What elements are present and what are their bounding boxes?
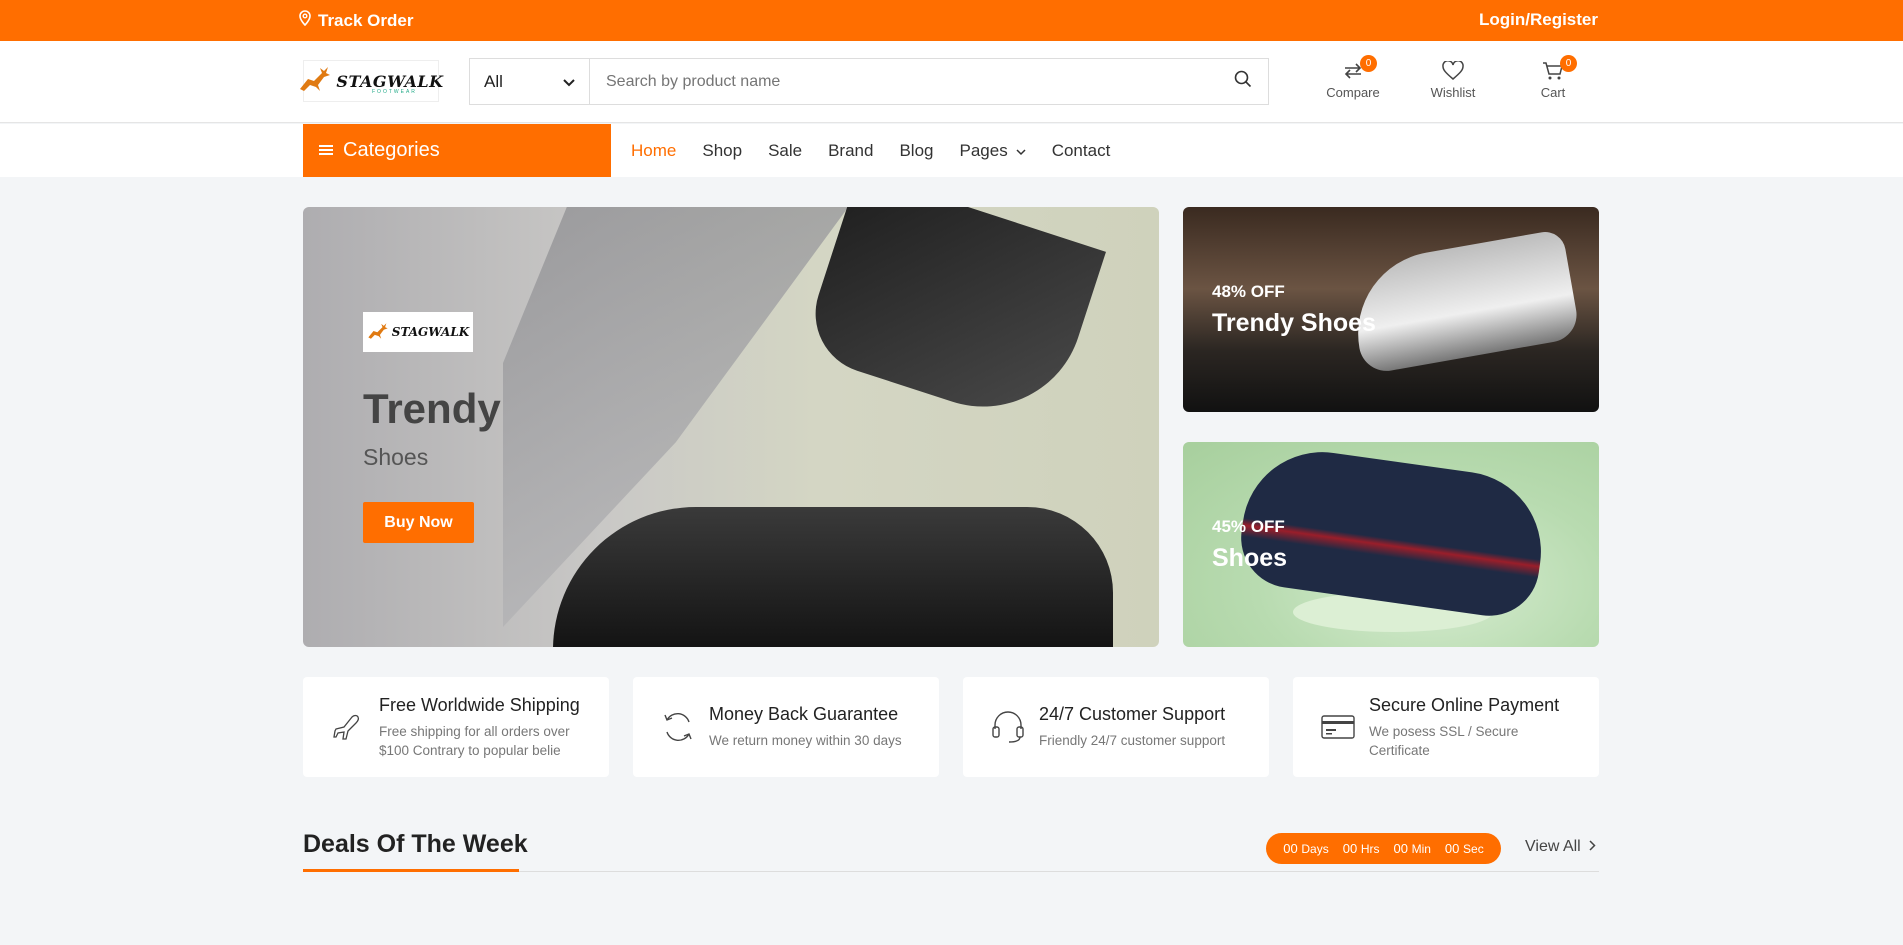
feature-title: Free Worldwide Shipping xyxy=(379,694,580,715)
timer-minutes: 00 Min xyxy=(1393,841,1431,856)
feature-support: 24/7 Customer Support Friendly 24/7 cust… xyxy=(963,677,1269,777)
track-order-link[interactable]: Track Order xyxy=(298,10,413,31)
nav-blog[interactable]: Blog xyxy=(899,141,933,161)
feature-shipping: Free Worldwide Shipping Free shipping fo… xyxy=(303,677,609,777)
hero-subtitle: Shoes xyxy=(363,444,429,470)
nav-brand[interactable]: Brand xyxy=(828,141,873,161)
view-all-label: View All xyxy=(1525,838,1581,855)
timer-seconds: 00 Sec xyxy=(1444,841,1484,856)
menu-icon xyxy=(319,139,333,162)
feature-desc: Friendly 24/7 customer support xyxy=(1039,733,1226,748)
hero-shoe-image-top xyxy=(800,207,1106,433)
search-bar: All xyxy=(469,58,1269,105)
main-nav: Home Shop Sale Brand Blog Pages Contact xyxy=(631,124,1110,177)
header: STAGWALK FOOTWEAR All 0 Compare xyxy=(0,41,1903,123)
logo-subtext: FOOTWEAR xyxy=(372,89,417,95)
credit-card-icon xyxy=(1321,707,1355,747)
deals-countdown-timer: 00 Days 00 Hrs 00 Min 00 Sec xyxy=(1266,833,1501,864)
stag-icon xyxy=(367,322,389,343)
cart-count-badge: 0 xyxy=(1560,55,1577,72)
track-order-label: Track Order xyxy=(318,10,414,30)
airplane-icon xyxy=(331,707,365,747)
hero-shoe-image-bottom xyxy=(553,507,1113,647)
nav-shop[interactable]: Shop xyxy=(702,141,742,161)
promo-shoe-image xyxy=(1345,228,1581,376)
nav-sale[interactable]: Sale xyxy=(768,141,802,161)
wishlist-label: Wishlist xyxy=(1430,85,1476,100)
category-select[interactable]: All xyxy=(470,59,590,104)
nav-contact[interactable]: Contact xyxy=(1052,141,1111,161)
search-icon xyxy=(1234,70,1252,93)
feature-desc: We posess SSL / Secure Certificate xyxy=(1369,723,1519,758)
wishlist-button[interactable]: Wishlist xyxy=(1418,59,1488,100)
refresh-icon xyxy=(661,707,695,747)
promo-discount: 45% OFF xyxy=(1212,517,1285,536)
cart-button[interactable]: 0 Cart xyxy=(1518,55,1588,100)
chevron-down-icon xyxy=(563,72,575,92)
compare-label: Compare xyxy=(1326,85,1380,100)
heart-icon xyxy=(1442,59,1464,84)
buy-now-button[interactable]: Buy Now xyxy=(363,502,474,543)
nav-bar: Categories Home Shop Sale Brand Blog Pag… xyxy=(0,124,1903,177)
top-bar: Track Order Login/Register xyxy=(0,0,1903,41)
promo-title: Shoes xyxy=(1212,544,1288,572)
hero-logo-text: STAGWALK xyxy=(391,325,470,339)
deals-title-underline xyxy=(303,869,519,872)
categories-button[interactable]: Categories xyxy=(303,124,611,177)
feature-title: Money Back Guarantee xyxy=(709,704,899,724)
compare-button[interactable]: 0 Compare xyxy=(1318,55,1388,100)
promo-discount: 48% OFF xyxy=(1212,282,1285,301)
feature-title: Secure Online Payment xyxy=(1369,694,1560,715)
site-logo[interactable]: STAGWALK FOOTWEAR xyxy=(300,60,443,102)
stag-icon xyxy=(298,65,332,98)
deals-title: Deals Of The Week xyxy=(303,830,528,858)
chevron-down-icon xyxy=(1016,141,1026,161)
hero-title: Trendy xyxy=(363,385,501,432)
hero-banner: STAGWALK Trendy Shoes Buy Now xyxy=(303,207,1159,647)
cart-label: Cart xyxy=(1540,85,1566,100)
location-pin-icon xyxy=(298,10,312,31)
promo-title: Trendy Shoes xyxy=(1212,309,1376,337)
headset-icon xyxy=(991,707,1025,747)
hero-brand-logo: STAGWALK xyxy=(363,312,473,352)
nav-home[interactable]: Home xyxy=(631,141,676,161)
logo-text: STAGWALK xyxy=(336,71,444,91)
compare-count-badge: 0 xyxy=(1360,55,1377,72)
timer-days: 00 Days xyxy=(1283,841,1329,856)
categories-label: Categories xyxy=(343,139,440,161)
login-register-link[interactable]: Login/Register xyxy=(1479,10,1598,30)
feature-desc: Free shipping for all orders over $100 C… xyxy=(379,723,570,758)
nav-pages[interactable]: Pages xyxy=(960,141,1026,161)
chevron-right-icon xyxy=(1589,838,1596,856)
feature-title: 24/7 Customer Support xyxy=(1039,704,1226,724)
search-input[interactable] xyxy=(590,59,1218,104)
nav-pages-label: Pages xyxy=(959,140,1008,160)
timer-hours: 00 Hrs xyxy=(1342,841,1380,856)
feature-secure-payment: Secure Online Payment We posess SSL / Se… xyxy=(1293,677,1599,777)
promo-banner-shoes[interactable]: 45% OFF Shoes xyxy=(1183,442,1599,647)
feature-money-back: Money Back Guarantee We return money wit… xyxy=(633,677,939,777)
view-all-link[interactable]: View All xyxy=(1525,838,1596,856)
promo-banner-trendy-shoes[interactable]: 48% OFF Trendy Shoes xyxy=(1183,207,1599,412)
category-select-value: All xyxy=(484,71,503,91)
feature-desc: We return money within 30 days xyxy=(709,733,902,748)
search-button[interactable] xyxy=(1218,59,1268,104)
